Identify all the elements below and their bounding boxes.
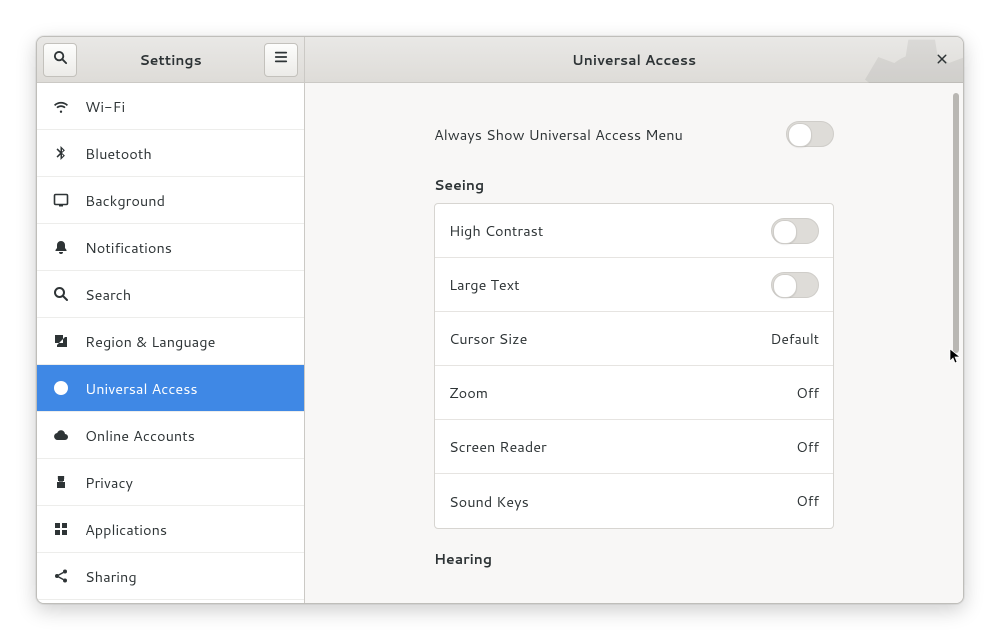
sidebar-item-region[interactable]: Region & Language [37,318,304,365]
window-body: Wi-Fi Bluetooth Background Notifications Sea… [37,83,963,603]
notifications-icon [53,239,69,255]
close-icon [936,49,948,70]
universal-icon [53,380,69,396]
sidebar-item-bluetooth[interactable]: Bluetooth [37,130,304,177]
titlebar-left: Settings [37,37,305,82]
section-list-seeing: High Contrast Large Text Cursor SizeDefaul… [434,203,834,529]
sidebar-item-label: Wi-Fi [85,96,125,117]
titlebar-right: Universal Access [305,37,963,82]
content-title: Universal Access [305,50,963,70]
content-scrollbar[interactable] [953,93,959,593]
sidebar-item-label: Region & Language [85,331,215,352]
row-sound-keys[interactable]: Sound KeysOff [435,474,833,528]
row-label: Screen Reader [449,436,796,457]
applications-icon [53,521,69,537]
always-show-label: Always Show Universal Access Menu [434,124,786,145]
section-title-seeing: Seeing [434,175,834,195]
sidebar[interactable]: Wi-Fi Bluetooth Background Notifications Sea… [37,83,305,603]
scrollbar-thumb[interactable] [953,93,959,353]
sidebar-item-label: Applications [85,519,167,540]
sidebar-item-label: Online Accounts [85,425,195,446]
hamburger-icon [274,50,288,69]
row-label: Zoom [449,382,796,403]
background-icon [53,192,69,208]
row-screen-reader[interactable]: Screen ReaderOff [435,420,833,474]
sidebar-item-background[interactable]: Background [37,177,304,224]
sidebar-item-label: Privacy [85,472,133,493]
content-area: Always Show Universal Access Menu Seeing… [305,83,963,603]
region-icon [53,333,69,349]
row-value: Off [796,383,819,403]
sidebar-item-search[interactable]: Search [37,271,304,318]
wifi-icon [53,98,69,114]
row-zoom[interactable]: ZoomOff [435,366,833,420]
row-value: Off [796,491,819,511]
sidebar-item-online[interactable]: Online Accounts [37,412,304,459]
sidebar-item-notifications[interactable]: Notifications [37,224,304,271]
row-label: High Contrast [449,220,771,241]
row-label: Large Text [449,274,771,295]
always-show-switch[interactable] [786,121,834,147]
settings-window: Settings Universal Access Wi-Fi Bluetooth… [36,36,964,604]
sidebar-item-sharing[interactable]: Sharing [37,553,304,600]
always-show-row[interactable]: Always Show Universal Access Menu [434,113,834,155]
section-title-hearing: Hearing [434,549,834,569]
sidebar-item-label: Bluetooth [85,143,152,164]
close-button[interactable] [927,45,957,75]
sidebar-item-label: Background [85,190,165,211]
sidebar-item-label: Universal Access [85,378,198,399]
sidebar-item-applications[interactable]: Applications [37,506,304,553]
search-button[interactable] [43,43,77,77]
privacy-icon [53,474,69,490]
titlebar: Settings Universal Access [37,37,963,83]
sidebar-item-privacy[interactable]: Privacy [37,459,304,506]
sharing-icon [53,568,69,584]
row-large-text[interactable]: Large Text [435,258,833,312]
content-scroll[interactable]: Always Show Universal Access Menu Seeing… [305,83,963,603]
sidebar-item-label: Sharing [85,566,137,587]
hamburger-button[interactable] [264,43,298,77]
sidebar-item-label: Notifications [85,237,172,258]
bluetooth-icon [53,145,69,161]
sidebar-item-wifi[interactable]: Wi-Fi [37,83,304,130]
online-icon [53,427,69,443]
row-value: Off [796,437,819,457]
row-value: Default [770,329,819,349]
content-inner: Always Show Universal Access Menu Seeing… [434,113,834,569]
row-high-contrast[interactable]: High Contrast [435,204,833,258]
row-label: Cursor Size [449,328,770,349]
row-label: Sound Keys [449,491,796,512]
search-icon [53,50,68,70]
sidebar-item-label: Search [85,284,131,305]
large-text-switch[interactable] [771,272,819,298]
search-icon [53,286,69,302]
high-contrast-switch[interactable] [771,218,819,244]
sidebar-item-universal[interactable]: Universal Access [37,365,304,412]
row-cursor-size[interactable]: Cursor SizeDefault [435,312,833,366]
